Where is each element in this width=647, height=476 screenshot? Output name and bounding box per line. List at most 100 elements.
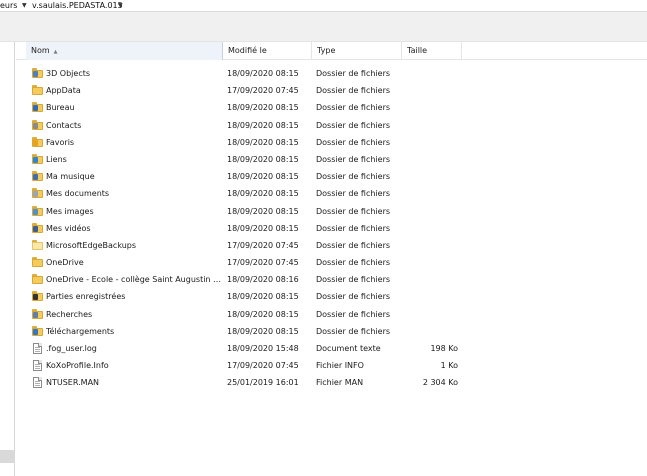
list-item[interactable]: Parties enregistrées 18/09/2020 08:15 Doss…	[16, 288, 647, 305]
list-item[interactable]: OneDrive - Ecole - collège Saint Augusti…	[16, 271, 647, 288]
file-size: 1 Ko	[440, 361, 458, 371]
folder-3d-icon	[32, 68, 43, 78]
list-item[interactable]: Téléchargements 18/09/2020 08:15 Dossier d…	[16, 323, 647, 340]
list-item[interactable]: Mes images 18/09/2020 08:15 Dossier de fic…	[16, 203, 647, 220]
file-modified-date: 18/09/2020 15:48	[227, 344, 299, 353]
searches-folder-icon	[32, 308, 43, 319]
file-icon	[32, 360, 43, 372]
list-item[interactable]: .fog_user.log 18/09/2020 15:48 Document te…	[16, 340, 647, 357]
file-modified-date: 18/09/2020 08:15	[227, 292, 299, 302]
file-type: Dossier de fichiers	[316, 309, 391, 319]
file-name: KoXoProfile.Info	[46, 361, 109, 371]
list-item[interactable]: Ma musique 18/09/2020 08:15 Dossier de fic…	[16, 168, 647, 185]
folder-icon	[32, 239, 43, 250]
file-size	[404, 220, 458, 237]
music-folder-icon	[32, 171, 43, 182]
file-modified-date: 25/01/2019 16:01	[227, 378, 299, 388]
file-type: Dossier de fichiers	[316, 69, 391, 78]
file-modified-date: 18/09/2020 08:15	[227, 69, 299, 78]
file-modified-date: 18/09/2020 08:15	[227, 154, 299, 164]
file-modified-date: 17/09/2020 07:45	[227, 258, 299, 268]
file-modified-date: 18/09/2020 08:16	[227, 275, 299, 285]
navigation-pane[interactable]	[0, 42, 15, 476]
list-item[interactable]: 3D Objects 18/09/2020 08:15 Dossier de fic…	[16, 65, 647, 82]
list-item[interactable]: Favoris 18/09/2020 08:15 Dossier de fichie…	[16, 134, 647, 151]
list-item[interactable]: NTUSER.MAN 25/01/2019 16:01 Fichier MAN 2 3…	[16, 374, 647, 391]
file-modified-date: 17/09/2020 07:45	[227, 86, 299, 96]
file-type: Document texte	[316, 344, 381, 353]
list-item[interactable]: KoXoProfile.Info 17/09/2020 07:45 Fichier …	[16, 357, 647, 374]
column-header-name[interactable]: Nom ▲	[26, 42, 223, 60]
list-item[interactable]: Contacts 18/09/2020 08:15 Dossier de fichi…	[16, 117, 647, 134]
file-name: AppData	[46, 86, 81, 96]
navigation-pane-selected-item[interactable]	[0, 450, 15, 463]
file-size	[404, 237, 458, 254]
file-name: NTUSER.MAN	[46, 378, 100, 388]
file-modified-date: 18/09/2020 08:15	[227, 206, 299, 216]
file-size	[404, 99, 458, 116]
contacts-folder-icon	[32, 119, 43, 130]
pictures-folder-icon	[32, 205, 43, 216]
saved-games-folder-icon	[32, 291, 43, 302]
column-header: Nom ▲ Modifié le Type Taille	[16, 42, 647, 60]
links-folder-icon	[32, 153, 43, 164]
file-size	[404, 271, 458, 288]
list-item[interactable]: Mes vidéos 18/09/2020 08:15 Dossier de fic…	[16, 220, 647, 237]
file-size: 2 304 Ko	[422, 378, 458, 388]
file-name: Mes images	[46, 206, 94, 216]
file-name: Téléchargements	[46, 326, 115, 336]
file-list[interactable]: 3D Objects 18/09/2020 08:15 Dossier de fic…	[16, 65, 647, 392]
list-item[interactable]: OneDrive 17/09/2020 07:45 Dossier de fichi…	[16, 254, 647, 271]
file-size	[404, 254, 458, 271]
onedrive-folder-icon	[32, 274, 43, 285]
file-type: Dossier de fichiers	[316, 258, 391, 268]
breadcrumb-item-current[interactable]: v.saulais.PEDASTA.015	[32, 0, 123, 11]
file-type: Dossier de fichiers	[316, 137, 391, 147]
file-name: MicrosoftEdgeBackups	[46, 240, 137, 250]
file-type: Dossier de fichiers	[316, 172, 391, 182]
file-name: Favoris	[46, 137, 75, 147]
file-size	[404, 168, 458, 185]
file-type: Dossier de fichiers	[316, 223, 391, 233]
documents-folder-icon	[32, 188, 43, 199]
file-size	[404, 134, 458, 151]
file-modified-date: 18/09/2020 08:15	[227, 223, 299, 233]
file-size	[404, 203, 458, 220]
file-type: Dossier de fichiers	[316, 154, 391, 164]
file-name: Mes vidéos	[46, 223, 91, 233]
list-item[interactable]: Recherches 18/09/2020 08:15 Dossier de fic…	[16, 306, 647, 323]
file-type: Dossier de fichiers	[316, 326, 391, 336]
file-type: Dossier de fichiers	[316, 240, 391, 250]
file-modified-date: 18/09/2020 08:15	[227, 103, 299, 113]
file-size	[404, 306, 458, 323]
column-header-size[interactable]: Taille	[402, 42, 462, 60]
file-size	[404, 82, 458, 99]
text-file-icon	[32, 343, 43, 354]
file-name: Recherches	[46, 309, 93, 319]
file-size	[404, 323, 458, 340]
file-modified-date: 18/09/2020 08:15	[227, 189, 299, 199]
list-item[interactable]: AppData 17/09/2020 07:45 Dossier de fichie…	[16, 82, 647, 99]
chevron-down-icon[interactable]: ▼	[22, 0, 27, 11]
file-modified-date: 18/09/2020 08:15	[227, 137, 299, 147]
chevron-down-icon[interactable]: ▼	[118, 0, 123, 11]
list-item[interactable]: Liens 18/09/2020 08:15 Dossier de fichiers	[16, 151, 647, 168]
address-bar[interactable]: eurs ▼ v.saulais.PEDASTA.015 ▼	[0, 0, 647, 12]
file-type: Fichier INFO	[316, 361, 364, 371]
file-name: 3D Objects	[46, 69, 91, 78]
file-modified-date: 18/09/2020 08:15	[227, 120, 299, 130]
videos-folder-icon	[32, 222, 43, 233]
file-size	[404, 117, 458, 134]
column-header-type[interactable]: Type	[312, 42, 402, 60]
list-item[interactable]: Bureau 18/09/2020 08:15 Dossier de fichier…	[16, 99, 647, 116]
toolbar-band	[0, 12, 647, 42]
file-modified-date: 17/09/2020 07:45	[227, 240, 299, 250]
list-item[interactable]: MicrosoftEdgeBackups 17/09/2020 07:45 Doss…	[16, 237, 647, 254]
onedrive-folder-icon	[32, 257, 43, 268]
list-item[interactable]: Mes documents 18/09/2020 08:15 Dossier de …	[16, 185, 647, 202]
file-type: Dossier de fichiers	[316, 103, 391, 113]
column-header-modified[interactable]: Modifié le	[223, 42, 312, 60]
breadcrumb-item-parent[interactable]: eurs	[0, 0, 17, 11]
file-size	[404, 288, 458, 305]
file-size	[404, 151, 458, 168]
